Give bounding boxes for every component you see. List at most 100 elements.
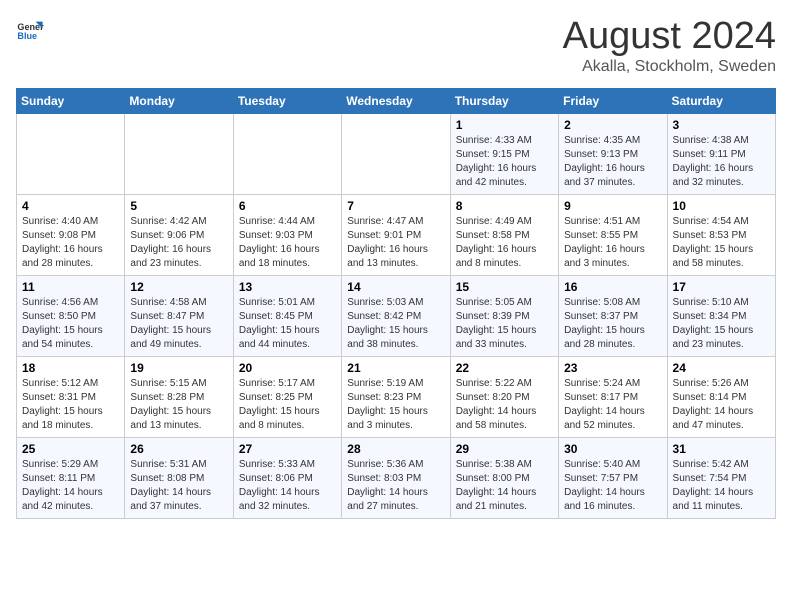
day-number: 14 (347, 280, 444, 294)
calendar-cell (17, 113, 125, 194)
day-detail: Sunrise: 5:38 AM Sunset: 8:00 PM Dayligh… (456, 458, 553, 514)
calendar-cell: 15Sunrise: 5:05 AM Sunset: 8:39 PM Dayli… (450, 275, 558, 356)
calendar-cell: 18 Sunrise: 5:12 AM Sunset: 8:31 PM Dayli… (17, 356, 125, 437)
weekday-header-saturday: Saturday (667, 88, 775, 113)
calendar-cell: 9 Sunrise: 4:51 AM Sunset: 8:55 PM Daylig… (559, 194, 667, 275)
day-detail: Sunrise: 5:29 AM Sunset: 8:11 PM Dayligh… (22, 458, 119, 514)
day-number: 21 (347, 361, 444, 375)
page-header: General Blue August 2024 Akalla, Stockho… (16, 16, 776, 76)
calendar-subtitle: Akalla, Stockholm, Sweden (563, 58, 776, 76)
calendar-cell: 17Sunrise: 5:10 AM Sunset: 8:34 PM Dayli… (667, 275, 775, 356)
day-detail: Sunrise: 4:40 AM Sunset: 9:08 PM Dayligh… (22, 215, 119, 271)
calendar-cell: 23 Sunrise: 5:24 AM Sunset: 8:17 PM Dayli… (559, 356, 667, 437)
day-detail: Sunrise: 4:42 AM Sunset: 9:06 PM Dayligh… (130, 215, 227, 271)
calendar-cell: 30 Sunrise: 5:40 AM Sunset: 7:57 PM Dayli… (559, 437, 667, 518)
day-detail: Sunrise: 5:08 AM Sunset: 8:37 PM Dayligh… (564, 296, 661, 352)
calendar-cell: 28 Sunrise: 5:36 AM Sunset: 8:03 PM Dayli… (342, 437, 450, 518)
calendar-cell: 3 Sunrise: 4:38 AM Sunset: 9:11 PM Daylig… (667, 113, 775, 194)
day-detail: Sunrise: 5:19 AM Sunset: 8:23 PM Dayligh… (347, 377, 444, 433)
calendar-cell: 1Sunrise: 4:33 AM Sunset: 9:15 PM Daylig… (450, 113, 558, 194)
calendar-cell: 27Sunrise: 5:33 AM Sunset: 8:06 PM Dayli… (233, 437, 341, 518)
calendar-cell (342, 113, 450, 194)
day-detail: Sunrise: 4:54 AM Sunset: 8:53 PM Dayligh… (673, 215, 770, 271)
calendar-cell: 21 Sunrise: 5:19 AM Sunset: 8:23 PM Dayli… (342, 356, 450, 437)
day-detail: Sunrise: 5:31 AM Sunset: 8:08 PM Dayligh… (130, 458, 227, 514)
calendar-cell (125, 113, 233, 194)
day-number: 15 (456, 280, 553, 294)
day-number: 16 (564, 280, 661, 294)
calendar-cell: 11 Sunrise: 4:56 AM Sunset: 8:50 PM Dayli… (17, 275, 125, 356)
day-detail: Sunrise: 4:49 AM Sunset: 8:58 PM Dayligh… (456, 215, 553, 271)
day-detail: Sunrise: 5:36 AM Sunset: 8:03 PM Dayligh… (347, 458, 444, 514)
day-number: 18 (22, 361, 119, 375)
calendar-cell: 13 Sunrise: 5:01 AM Sunset: 8:45 PM Dayli… (233, 275, 341, 356)
weekday-header-friday: Friday (559, 88, 667, 113)
day-number: 2 (564, 118, 661, 132)
day-number: 3 (673, 118, 770, 132)
calendar-cell: 20 Sunrise: 5:17 AM Sunset: 8:25 PM Dayli… (233, 356, 341, 437)
calendar-title: August 2024 (563, 16, 776, 58)
week-row-4: 18 Sunrise: 5:12 AM Sunset: 8:31 PM Dayli… (17, 356, 776, 437)
day-detail: Sunrise: 5:01 AM Sunset: 8:45 PM Dayligh… (239, 296, 336, 352)
weekday-header-row: SundayMondayTuesdayWednesdayThursdayFrid… (17, 88, 776, 113)
title-block: August 2024 Akalla, Stockholm, Sweden (563, 16, 776, 76)
day-number: 12 (130, 280, 227, 294)
day-detail: Sunrise: 4:44 AM Sunset: 9:03 PM Dayligh… (239, 215, 336, 271)
calendar-cell: 24Sunrise: 5:26 AM Sunset: 8:14 PM Dayli… (667, 356, 775, 437)
calendar-cell: 2 Sunrise: 4:35 AM Sunset: 9:13 PM Daylig… (559, 113, 667, 194)
day-number: 13 (239, 280, 336, 294)
day-detail: Sunrise: 4:38 AM Sunset: 9:11 PM Dayligh… (673, 134, 770, 190)
day-number: 4 (22, 199, 119, 213)
day-detail: Sunrise: 4:58 AM Sunset: 8:47 PM Dayligh… (130, 296, 227, 352)
calendar-cell: 25 Sunrise: 5:29 AM Sunset: 8:11 PM Dayli… (17, 437, 125, 518)
calendar-cell: 4 Sunrise: 4:40 AM Sunset: 9:08 PM Daylig… (17, 194, 125, 275)
calendar-cell: 5Sunrise: 4:42 AM Sunset: 9:06 PM Daylig… (125, 194, 233, 275)
calendar-cell: 6 Sunrise: 4:44 AM Sunset: 9:03 PM Daylig… (233, 194, 341, 275)
calendar-cell: 19Sunrise: 5:15 AM Sunset: 8:28 PM Dayli… (125, 356, 233, 437)
day-number: 23 (564, 361, 661, 375)
day-number: 9 (564, 199, 661, 213)
day-number: 11 (22, 280, 119, 294)
day-detail: Sunrise: 5:42 AM Sunset: 7:54 PM Dayligh… (673, 458, 770, 514)
calendar-cell: 10 Sunrise: 4:54 AM Sunset: 8:53 PM Dayli… (667, 194, 775, 275)
calendar-cell: 31Sunrise: 5:42 AM Sunset: 7:54 PM Dayli… (667, 437, 775, 518)
day-number: 17 (673, 280, 770, 294)
calendar-cell: 16 Sunrise: 5:08 AM Sunset: 8:37 PM Dayli… (559, 275, 667, 356)
calendar-cell: 12 Sunrise: 4:58 AM Sunset: 8:47 PM Dayli… (125, 275, 233, 356)
day-number: 24 (673, 361, 770, 375)
calendar-cell: 26Sunrise: 5:31 AM Sunset: 8:08 PM Dayli… (125, 437, 233, 518)
day-detail: Sunrise: 5:40 AM Sunset: 7:57 PM Dayligh… (564, 458, 661, 514)
day-detail: Sunrise: 4:56 AM Sunset: 8:50 PM Dayligh… (22, 296, 119, 352)
calendar-cell: 8 Sunrise: 4:49 AM Sunset: 8:58 PM Daylig… (450, 194, 558, 275)
day-detail: Sunrise: 5:24 AM Sunset: 8:17 PM Dayligh… (564, 377, 661, 433)
day-number: 22 (456, 361, 553, 375)
logo-icon: General Blue (16, 16, 44, 44)
week-row-2: 4 Sunrise: 4:40 AM Sunset: 9:08 PM Daylig… (17, 194, 776, 275)
day-number: 30 (564, 442, 661, 456)
day-number: 20 (239, 361, 336, 375)
day-detail: Sunrise: 5:12 AM Sunset: 8:31 PM Dayligh… (22, 377, 119, 433)
day-number: 8 (456, 199, 553, 213)
week-row-3: 11 Sunrise: 4:56 AM Sunset: 8:50 PM Dayli… (17, 275, 776, 356)
calendar-table: SundayMondayTuesdayWednesdayThursdayFrid… (16, 88, 776, 519)
day-number: 28 (347, 442, 444, 456)
calendar-cell: 14 Sunrise: 5:03 AM Sunset: 8:42 PM Dayli… (342, 275, 450, 356)
calendar-cell (233, 113, 341, 194)
svg-text:Blue: Blue (17, 31, 37, 41)
day-number: 7 (347, 199, 444, 213)
week-row-1: 1Sunrise: 4:33 AM Sunset: 9:15 PM Daylig… (17, 113, 776, 194)
day-detail: Sunrise: 5:22 AM Sunset: 8:20 PM Dayligh… (456, 377, 553, 433)
calendar-cell: 29Sunrise: 5:38 AM Sunset: 8:00 PM Dayli… (450, 437, 558, 518)
day-detail: Sunrise: 5:17 AM Sunset: 8:25 PM Dayligh… (239, 377, 336, 433)
day-detail: Sunrise: 5:03 AM Sunset: 8:42 PM Dayligh… (347, 296, 444, 352)
day-detail: Sunrise: 4:51 AM Sunset: 8:55 PM Dayligh… (564, 215, 661, 271)
logo: General Blue (16, 16, 44, 44)
day-number: 10 (673, 199, 770, 213)
day-number: 6 (239, 199, 336, 213)
weekday-header-thursday: Thursday (450, 88, 558, 113)
weekday-header-monday: Monday (125, 88, 233, 113)
day-number: 1 (456, 118, 553, 132)
day-number: 25 (22, 442, 119, 456)
weekday-header-wednesday: Wednesday (342, 88, 450, 113)
day-detail: Sunrise: 4:35 AM Sunset: 9:13 PM Dayligh… (564, 134, 661, 190)
